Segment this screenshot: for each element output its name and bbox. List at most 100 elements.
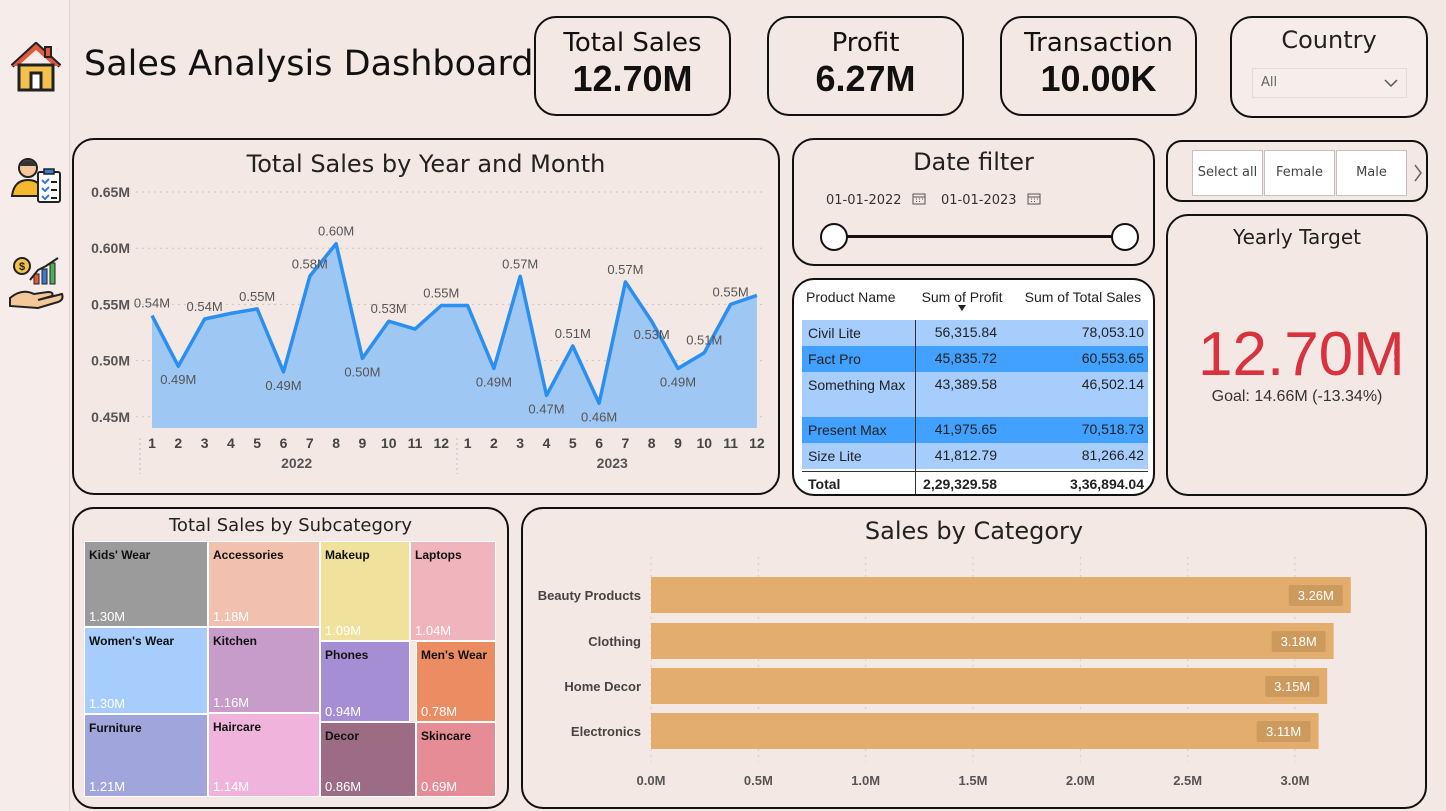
column-divider xyxy=(915,320,916,494)
table-row[interactable]: Present Max 41,975.65 70,518.73 xyxy=(802,417,1148,443)
treemap-tile[interactable]: Laptops 1.04M xyxy=(410,541,496,641)
yearly-target-value: 12.70M xyxy=(1198,320,1405,389)
data-label: 0.57M xyxy=(502,256,538,271)
x-group-label: 2022 xyxy=(281,455,312,471)
date-range-end-handle[interactable] xyxy=(1111,223,1139,251)
country-dropdown[interactable]: All xyxy=(1252,68,1407,98)
category-label: Electronics xyxy=(571,724,641,739)
date-end-value: 01-01-2023 xyxy=(941,193,1017,208)
treemap-tile-label: Laptops xyxy=(415,548,462,562)
date-filter-card: Date filter 01-01-2022 01-01-2023 xyxy=(792,138,1155,266)
y-tick-label: 0.45M xyxy=(91,409,130,425)
treemap-tile[interactable]: Haircare 1.14M xyxy=(208,713,320,797)
x-tick-label: 2 xyxy=(174,435,182,451)
treemap-tile[interactable]: Decor 0.86M xyxy=(320,722,416,797)
kpi-label: Transaction xyxy=(1024,28,1173,58)
table-row[interactable]: Fact Pro 45,835.72 60,553.65 xyxy=(802,346,1148,372)
treemap-tile-value: 1.14M xyxy=(213,779,250,794)
data-label: 0.49M xyxy=(660,374,696,389)
bar xyxy=(651,668,1328,704)
product-table: Product Name Sum of Profit Sum of Total … xyxy=(794,287,1153,323)
x-tick-label: 6 xyxy=(280,435,288,451)
data-label: 0.51M xyxy=(555,326,591,341)
x-tick-label: 8 xyxy=(648,435,656,451)
calendar-icon[interactable] xyxy=(1027,192,1041,205)
x-tick-label: 12 xyxy=(749,435,765,451)
date-filter-title: Date filter xyxy=(913,148,1034,176)
treemap-tile-value: 1.21M xyxy=(89,779,126,794)
x-tick-label: 1 xyxy=(464,435,472,451)
treemap-tile[interactable]: Skincare 0.69M xyxy=(416,722,496,797)
data-label: 0.50M xyxy=(344,364,380,379)
yearly-target-card: Yearly Target 12.70M ! Goal: 14.66M (-13… xyxy=(1166,214,1428,496)
date-range-start-handle[interactable] xyxy=(820,223,848,251)
data-label: 0.49M xyxy=(476,374,512,389)
data-label: 3.18M xyxy=(1281,634,1317,649)
treemap-tile-value: 1.18M xyxy=(213,609,250,624)
treemap-tile[interactable]: Women's Wear 1.30M xyxy=(84,627,208,714)
total-sales: 3,36,894.04 xyxy=(1070,476,1144,492)
gender-option-male[interactable]: Male xyxy=(1336,150,1407,196)
cell-sales: 60,553.65 xyxy=(1081,350,1144,366)
treemap-tile[interactable]: Kitchen 1.16M xyxy=(208,627,320,713)
treemap-tile-label: Furniture xyxy=(89,721,142,735)
treemap-tile[interactable]: Makeup 1.09M xyxy=(320,541,410,641)
treemap-tile[interactable]: Furniture 1.21M xyxy=(84,714,208,797)
date-start-input[interactable]: 01-01-2022 xyxy=(826,192,926,208)
country-slicer: Country All xyxy=(1230,16,1428,118)
kpi-total-sales: Total Sales 12.70M xyxy=(534,16,731,116)
x-tick-label: 10 xyxy=(697,435,713,451)
x-tick-label: 3 xyxy=(201,435,209,451)
cell-profit: 56,315.84 xyxy=(934,324,997,340)
yearly-target-title: Yearly Target xyxy=(1233,225,1361,249)
gender-option-female[interactable]: Female xyxy=(1264,150,1335,196)
treemap-tile[interactable]: Men's Wear 0.78M xyxy=(416,641,496,722)
data-label: 0.46M xyxy=(581,409,617,424)
y-tick-label: 0.65M xyxy=(91,184,130,200)
product-table-card: Product Name Sum of Profit Sum of Total … xyxy=(792,278,1155,496)
treemap-tile[interactable]: Accessories 1.18M xyxy=(208,541,320,627)
x-tick-label: 1.5M xyxy=(959,773,988,788)
treemap-tile-label: Skincare xyxy=(421,729,472,743)
y-tick-label: 0.60M xyxy=(91,240,130,256)
table-row[interactable]: Civil Lite 56,315.84 78,053.10 xyxy=(802,320,1148,346)
cell-product-name: Civil Lite xyxy=(808,325,861,341)
table-row[interactable]: Something Max 43,389.58 46,502.14 xyxy=(802,372,1148,417)
header-sum-of-total-sales[interactable]: Sum of Total Sales xyxy=(1013,287,1153,323)
header-product-name[interactable]: Product Name xyxy=(794,287,911,323)
sidebar: $ xyxy=(0,0,70,811)
treemap-tile[interactable]: Phones 0.94M xyxy=(320,641,410,722)
x-tick-label: 11 xyxy=(408,435,423,451)
x-tick-label: 10 xyxy=(381,435,397,451)
x-tick-label: 9 xyxy=(674,435,682,451)
user-report-icon[interactable] xyxy=(8,152,64,208)
bar xyxy=(651,713,1319,749)
cell-sales: 81,266.42 xyxy=(1081,447,1144,463)
category-label: Clothing xyxy=(588,634,641,649)
data-label: 0.54M xyxy=(134,296,170,311)
gender-option-select-all[interactable]: Select all xyxy=(1192,150,1263,196)
home-icon[interactable] xyxy=(8,38,64,94)
gender-slicer: Select all Female Male xyxy=(1166,140,1428,202)
header-sum-of-profit[interactable]: Sum of Profit xyxy=(911,287,1012,323)
treemap-tile-value: 0.86M xyxy=(325,779,362,794)
kpi-label: Profit xyxy=(831,28,900,58)
calendar-icon[interactable] xyxy=(912,192,926,205)
cell-product-name: Fact Pro xyxy=(808,351,861,367)
data-label: 0.55M xyxy=(239,289,275,304)
treemap-title: Total Sales by Subcategory xyxy=(169,515,412,536)
treemap-tile-value: 1.09M xyxy=(325,623,362,638)
sales-by-category-chart: 0.0M 0.5M 1.0M 1.5M 2.0M 2.5M 3.0M Beauty Produ… xyxy=(538,557,1351,788)
sales-by-month-chart: 0.65M 0.60M 0.55M 0.50M 0.45M 0.54M 1 0.49M 2 0.5… xyxy=(91,184,765,474)
treemap-tile[interactable]: Kids' Wear 1.30M xyxy=(84,541,208,627)
treemap-tile-label: Men's Wear xyxy=(421,648,487,662)
table-row[interactable]: Size Lite 41,812.79 81,266.42 xyxy=(802,443,1148,469)
x-tick-label: 3 xyxy=(516,435,524,451)
sales-growth-icon[interactable]: $ xyxy=(8,254,64,310)
sort-descending-icon xyxy=(958,305,967,311)
chevron-right-icon[interactable] xyxy=(1413,164,1423,182)
treemap-tile-value: 1.04M xyxy=(415,623,452,638)
date-end-input[interactable]: 01-01-2023 xyxy=(941,192,1041,208)
treemap-tile-value: 0.69M xyxy=(421,779,458,794)
x-group-label: 2023 xyxy=(597,455,628,471)
